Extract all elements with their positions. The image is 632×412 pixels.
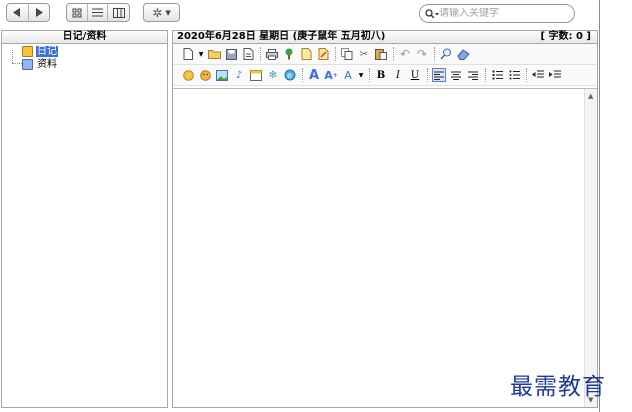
open-folder-icon[interactable] (207, 47, 221, 61)
grid-view-icon (72, 8, 82, 17)
italic-icon[interactable]: I (391, 68, 405, 82)
indent-icon[interactable] (548, 68, 562, 82)
search-box[interactable] (419, 4, 575, 23)
date-header: 2020年6月28日 星期日 (庚子鼠年 五月初八) (177, 31, 386, 42)
align-right-icon[interactable] (466, 68, 480, 82)
toolbar-separator (302, 68, 303, 82)
editor-panel: 2020年6月28日 星期日 (庚子鼠年 五月初八) [ 字数: 0 ] ▼ ✂… (172, 30, 598, 408)
font-color-icon[interactable]: A (341, 68, 355, 82)
settings-button[interactable]: ✲ ▼ (144, 4, 179, 21)
paste-icon[interactable] (374, 47, 388, 61)
watermark: 最需教育 (510, 374, 606, 400)
search-input[interactable] (439, 8, 557, 19)
print-icon[interactable] (265, 47, 279, 61)
insert-document-icon[interactable] (299, 47, 313, 61)
edit-document-icon[interactable] (316, 47, 330, 61)
numbered-list-icon[interactable] (490, 68, 504, 82)
tree-panel-header: 日记/资料 (2, 31, 167, 44)
toolbar-separator (335, 47, 336, 61)
export-icon[interactable] (241, 47, 255, 61)
font-icon[interactable]: A (307, 68, 321, 83)
toolbar-separator (369, 68, 370, 82)
editor-text-area[interactable]: ▲ ▼ (173, 88, 597, 407)
chevron-down-icon[interactable]: ▼ (198, 47, 204, 61)
insert-special-icon[interactable]: ✻ (266, 68, 280, 82)
toolbar-separator (526, 68, 527, 82)
bold-icon[interactable]: B (374, 68, 388, 82)
gear-icon: ✲ (152, 5, 163, 20)
tree-item-diary[interactable]: 日记 (2, 45, 167, 58)
insert-table-icon[interactable] (249, 68, 263, 82)
insert-circle-icon[interactable] (181, 68, 195, 82)
editor-scrollbar[interactable]: ▲ ▼ (584, 89, 597, 407)
insert-image-icon[interactable] (215, 68, 229, 82)
arrow-right-icon (35, 8, 43, 17)
word-count: [ 字数: 0 ] (540, 31, 591, 42)
column-view-icon (112, 7, 125, 18)
arrow-left-icon (13, 8, 21, 17)
bullet-list-icon[interactable] (507, 68, 521, 82)
tree-icon[interactable] (282, 47, 296, 61)
editor-toolbar-row-2: ♪ ✻ e A A + A ▼ B I U (173, 65, 597, 86)
editor-toolbar-row-1: ▼ ✂ ↶ ↷ (173, 44, 597, 65)
svg-text:e: e (287, 71, 292, 80)
window-right-border (599, 0, 600, 412)
chevron-down-icon[interactable]: ▼ (358, 68, 364, 82)
chevron-down-icon: ▼ (165, 8, 171, 17)
forward-button[interactable] (29, 4, 50, 21)
toolbar-separator (434, 47, 435, 61)
column-view-button[interactable] (108, 4, 129, 21)
underline-icon[interactable]: U (408, 68, 422, 82)
cut-icon[interactable]: ✂ (357, 47, 371, 61)
view-mode-group (66, 3, 130, 22)
notebook-tree: 日记 资料 (2, 44, 167, 71)
toolbar-separator (260, 47, 261, 61)
scroll-up-icon[interactable]: ▲ (588, 92, 593, 100)
search-icon (425, 8, 439, 18)
align-center-icon[interactable] (449, 68, 463, 82)
new-document-icon[interactable] (181, 47, 195, 61)
editor-header: 2020年6月28日 星期日 (庚子鼠年 五月初八) [ 字数: 0 ] (173, 31, 597, 44)
notebook-tree-panel: 日记/资料 日记 资料 (1, 30, 168, 408)
diary-book-icon (22, 46, 33, 57)
tree-item-materials[interactable]: 资料 (2, 58, 167, 71)
redo-icon[interactable]: ↷ (415, 47, 429, 61)
list-view-icon (92, 8, 103, 17)
toolbar-separator (485, 68, 486, 82)
emoticon-icon[interactable] (198, 68, 212, 82)
top-toolbar: ✲ ▼ (0, 0, 600, 28)
save-icon[interactable] (224, 47, 238, 61)
align-left-icon[interactable] (432, 68, 446, 82)
insert-music-icon[interactable]: ♪ (232, 68, 246, 82)
settings-dropdown[interactable]: ✲ ▼ (143, 3, 180, 22)
copy-icon[interactable] (340, 47, 354, 61)
font-size-icon[interactable]: A + (324, 68, 338, 82)
list-view-button[interactable] (88, 4, 109, 21)
undo-icon[interactable]: ↶ (398, 47, 412, 61)
toolbar-separator (427, 68, 428, 82)
tree-item-label: 资料 (37, 59, 57, 70)
insert-link-icon[interactable]: e (283, 68, 297, 82)
outdent-icon[interactable] (531, 68, 545, 82)
nav-button-group (6, 3, 50, 22)
eraser-icon[interactable] (456, 47, 470, 61)
find-icon[interactable] (439, 47, 453, 61)
document-icon (22, 59, 33, 70)
tree-item-label: 日记 (36, 46, 58, 57)
grid-view-button[interactable] (67, 4, 88, 21)
toolbar-separator (393, 47, 394, 61)
back-button[interactable] (7, 4, 29, 21)
